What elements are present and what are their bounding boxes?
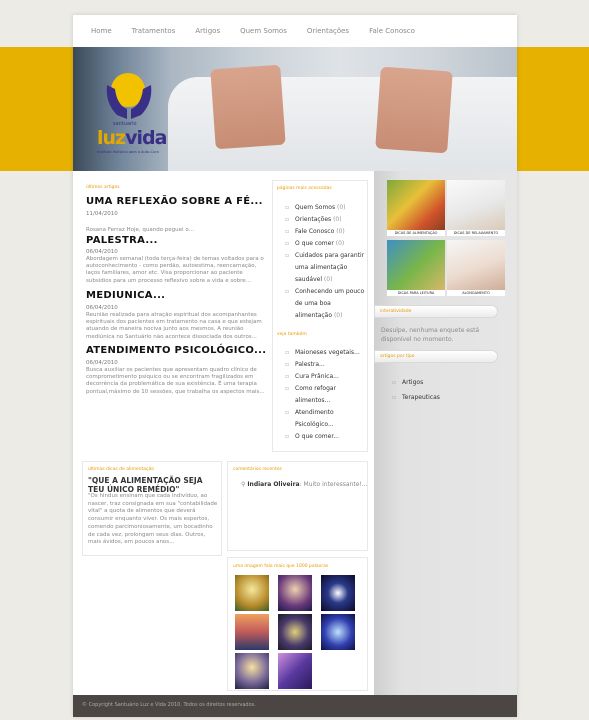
logo-subtitle: Instituto Holístico para a Auto-Cura (97, 150, 159, 154)
post-excerpt: Abordagem semanal (toda terça-feira) de … (86, 256, 264, 284)
post-date: 11/04/2010 (86, 211, 118, 217)
gallery-image[interactable] (235, 653, 269, 689)
thumb-dicas-alimentacao[interactable]: DICAS DE ALIMENTAÇÃO (387, 180, 445, 236)
see-also-label: veja também (277, 332, 307, 337)
latest-articles-label: últimos artigos (86, 185, 120, 190)
thumb-caption: ALONGAMENTO (447, 290, 505, 296)
nav-tratamentos[interactable]: Tratamentos (132, 27, 176, 35)
post-excerpt: Busca auxiliar os pacientes que apresent… (86, 367, 265, 395)
comment-text: : Muito interessante!... (299, 481, 368, 488)
list-item[interactable]: Maioneses vegetais... (285, 347, 369, 359)
hands-icon (106, 85, 152, 119)
list-item[interactable]: Conhecendo um pouco de uma boa alimentaç… (285, 286, 369, 322)
thumb-caption: DICAS PARA LEITURA (387, 290, 445, 296)
poll-message: Desulpe, nenhuma enquete está disponível… (381, 327, 480, 343)
nav-home[interactable]: Home (91, 27, 112, 35)
thumb-caption: DICAS DE RELAXAMENTO (447, 230, 505, 236)
nav-orientacoes[interactable]: Orientações (307, 27, 349, 35)
post-excerpt: Rosana Ferraz Hoje, quando peguei o... (86, 227, 194, 233)
gallery-label: uma imagem fala mais que 1000 palavras (233, 564, 329, 569)
gallery-image[interactable] (278, 575, 312, 611)
list-item[interactable]: Quem Somos (0) (285, 202, 369, 214)
header-banner-image: santuario luzvida Instituto Holístico pa… (73, 47, 517, 171)
banner-yellow-band-left (0, 47, 73, 171)
gallery-image[interactable] (235, 575, 269, 611)
nav-quem-somos[interactable]: Quem Somos (240, 27, 287, 35)
interactivity-tab: interatividade (374, 305, 498, 318)
thumb-dicas-leitura[interactable]: DICAS PARA LEITURA (387, 240, 445, 296)
post-title[interactable]: UMA REFLEXÃO SOBRE A FÉ... (86, 196, 263, 207)
footer: © Copyright Santuário Luz e Vida 2010. T… (73, 695, 517, 717)
banner-yellow-band-right (517, 47, 589, 171)
list-item[interactable]: O que comer (0) (285, 238, 369, 250)
list-item[interactable]: O que comer... (285, 431, 369, 443)
post-date: 06/04/2010 (86, 360, 118, 366)
list-item[interactable]: Terapeuticas (392, 390, 492, 405)
post-title[interactable]: PALESTRA... (86, 235, 158, 246)
popular-pages-list: Quem Somos (0) Orientações (0) Fale Cono… (285, 202, 369, 322)
gallery-image[interactable] (321, 575, 355, 611)
see-also-list: Maioneses vegetais... Palestra... Cura P… (285, 347, 369, 443)
logo-wordmark: luzvida (97, 127, 167, 149)
user-icon: ⚲ (241, 481, 246, 488)
banner-hand-left (210, 64, 286, 150)
recent-comments-section: comentários recentes ⚲ Indiara Oliveira:… (227, 461, 368, 551)
food-tip-excerpt: "Os hindus ensinam que cada indivíduo, a… (88, 493, 218, 546)
post-date: 06/04/2010 (86, 305, 118, 311)
thumb-dicas-relaxamento[interactable]: DICAS DE RELAXAMENTO (447, 180, 505, 236)
articles-by-type-list: Artigos Terapeuticas (392, 375, 492, 405)
gallery-image[interactable] (278, 653, 312, 689)
comment-author: Indiara Oliveira (247, 481, 300, 488)
gallery-image[interactable] (278, 614, 312, 650)
list-item[interactable]: Fale Conosco (0) (285, 226, 369, 238)
comment-item[interactable]: ⚲ Indiara Oliveira: Muito interessante!.… (241, 481, 369, 488)
post-title[interactable]: ATENDIMENTO PSICOLÓGICO... (86, 345, 266, 356)
nav-fale-conosco[interactable]: Fale Conosco (369, 27, 415, 35)
top-navigation: Home Tratamentos Artigos Quem Somos Orie… (73, 15, 517, 47)
list-item[interactable]: Palestra... (285, 359, 369, 371)
list-item[interactable]: Orientações (0) (285, 214, 369, 226)
list-item[interactable]: Como refogar alimentos... (285, 383, 369, 407)
food-tips-section: últimas dicas de alimentação "QUE A ALIM… (82, 461, 222, 556)
food-tip-title[interactable]: "QUE A ALIMENTAÇÃO SEJA TEU ÚNICO REMÉDI… (88, 476, 218, 494)
post-title[interactable]: MEDIUNICA... (86, 290, 165, 301)
food-tips-label: últimas dicas de alimentação (88, 467, 154, 472)
banner-hand-right (375, 66, 453, 154)
site-logo[interactable]: santuario luzvida Instituto Holístico pa… (93, 69, 167, 159)
list-item[interactable]: Cuidados para garantir uma alimentação s… (285, 250, 369, 286)
popular-pages-section: páginas mais acessadas Quem Somos (0) Or… (272, 180, 368, 452)
thumb-caption: DICAS DE ALIMENTAÇÃO (387, 230, 445, 236)
list-item[interactable]: Cura Prânica... (285, 371, 369, 383)
gallery-image[interactable] (321, 614, 355, 650)
articles-by-type-tab: artigos por tipo (374, 350, 498, 363)
post-excerpt: Reunião realizada para atração espiritua… (86, 312, 262, 340)
latest-articles-section: últimos artigos UMA REFLEXÃO SOBRE A FÉ.… (82, 180, 272, 452)
thumb-alongamento[interactable]: ALONGAMENTO (447, 240, 505, 296)
gallery-image[interactable] (235, 614, 269, 650)
recent-comments-label: comentários recentes (233, 467, 282, 472)
list-item[interactable]: Artigos (392, 375, 492, 390)
post-date: 06/04/2010 (86, 249, 118, 255)
list-item[interactable]: Atendimento Psicológico... (285, 407, 369, 431)
nav-artigos[interactable]: Artigos (195, 27, 220, 35)
popular-pages-label: páginas mais acessadas (277, 186, 332, 191)
